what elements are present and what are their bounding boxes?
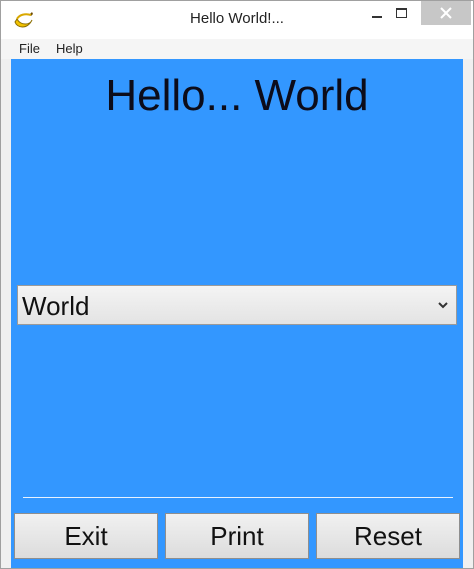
exit-button[interactable]: Exit — [14, 513, 158, 559]
menu-bar: File Help — [1, 39, 473, 59]
select-value: World — [22, 291, 90, 321]
reset-button[interactable]: Reset — [316, 513, 460, 559]
menu-help[interactable]: Help — [56, 41, 83, 56]
separator-line — [23, 497, 453, 498]
app-window: Hello World!... File Help Hello... World… — [0, 0, 474, 569]
maximize-icon[interactable] — [385, 1, 417, 25]
main-panel: Hello... World World Exit Print Reset — [11, 59, 463, 568]
close-icon[interactable] — [421, 1, 471, 25]
world-select[interactable]: World — [17, 285, 457, 325]
title-bar[interactable]: Hello World!... — [1, 1, 473, 39]
print-button[interactable]: Print — [165, 513, 309, 559]
menu-file[interactable]: File — [19, 41, 40, 56]
headline-text: Hello... World — [105, 71, 369, 120]
chevron-down-icon[interactable] — [436, 298, 450, 312]
